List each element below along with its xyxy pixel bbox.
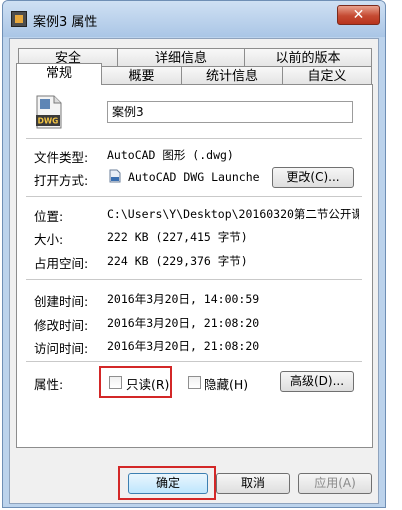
tab-previous-versions[interactable]: 以前的版本 — [244, 48, 372, 68]
window-title: 案例3 属性 — [33, 15, 98, 30]
file-icon — [11, 11, 27, 27]
created-label: 创建时间: — [34, 294, 89, 309]
separator — [26, 196, 362, 197]
location-value: C:\Users\Y\Desktop\20160320第二节公开课\上 — [107, 207, 359, 221]
dwg-icon-label: DWG — [38, 117, 59, 126]
disk-size-label: 占用空间: — [34, 256, 89, 271]
separator — [26, 279, 362, 280]
tab-summary[interactable]: 概要 — [101, 66, 182, 85]
tab-custom[interactable]: 自定义 — [282, 66, 372, 85]
size-value: 222 KB (227,415 字节) — [107, 230, 248, 244]
open-with-label: 打开方式: — [34, 173, 89, 188]
tab-statistics[interactable]: 统计信息 — [181, 66, 283, 85]
accessed-value: 2016年3月20日, 21:08:20 — [107, 339, 260, 353]
file-name-field[interactable]: 案例3 — [107, 101, 353, 123]
disk-size-value: 224 KB (229,376 字节) — [107, 254, 248, 268]
location-label: 位置: — [34, 209, 64, 224]
change-button[interactable]: 更改(C)... — [272, 167, 354, 188]
attributes-label: 属性: — [34, 377, 64, 392]
separator — [26, 138, 362, 139]
autocad-app-icon — [109, 169, 121, 183]
ok-highlight-box — [118, 466, 216, 500]
hidden-label[interactable]: 隐藏(H) — [204, 374, 248, 393]
accessed-label: 访问时间: — [34, 341, 89, 356]
modified-label: 修改时间: — [34, 318, 89, 333]
file-type-label: 文件类型: — [34, 150, 89, 165]
cancel-button[interactable]: 取消 — [216, 473, 290, 494]
hidden-checkbox[interactable] — [188, 376, 201, 389]
open-with-value: AutoCAD DWG Launche — [128, 170, 260, 184]
tab-details[interactable]: 详细信息 — [117, 48, 245, 68]
modified-value: 2016年3月20日, 21:08:20 — [107, 316, 260, 330]
size-label: 大小: — [34, 232, 64, 247]
file-type-value: AutoCAD 图形 (.dwg) — [107, 148, 234, 162]
dwg-file-icon: DWG — [35, 95, 63, 129]
readonly-highlight-box — [99, 366, 172, 398]
separator — [26, 361, 362, 362]
tab-general[interactable]: 常规 — [16, 63, 102, 85]
created-value: 2016年3月20日, 14:00:59 — [107, 292, 260, 306]
close-button[interactable]: ✕ — [337, 5, 380, 25]
apply-button[interactable]: 应用(A) — [298, 473, 372, 494]
advanced-button[interactable]: 高级(D)... — [280, 371, 354, 392]
